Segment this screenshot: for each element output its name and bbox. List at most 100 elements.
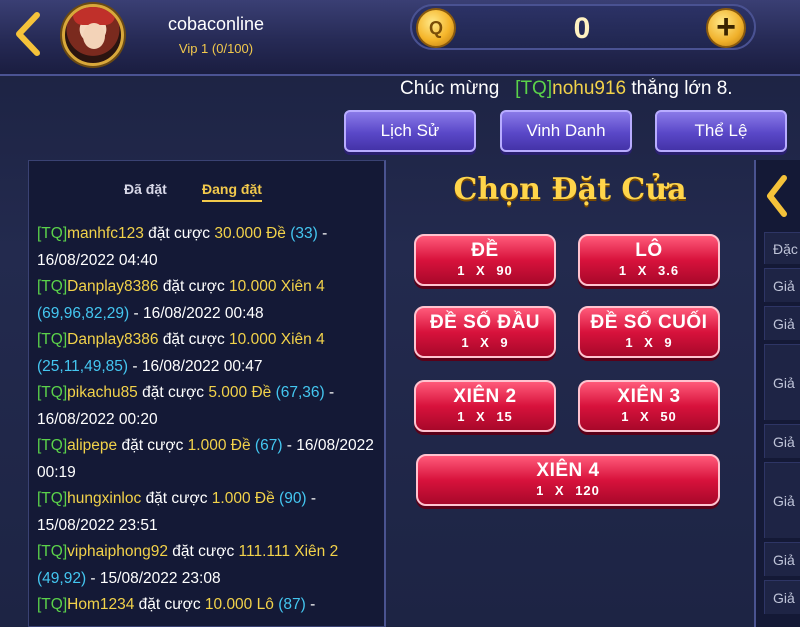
bet-tag: [TQ] <box>37 225 68 242</box>
honor-button[interactable]: Vinh Danh <box>500 110 632 152</box>
back-button[interactable] <box>8 8 48 60</box>
bet-history-panel: Đã đặt Đang đặt [TQ]manhfc123 đặt cược 3… <box>28 160 386 627</box>
bet-type: Đề <box>254 490 275 507</box>
winner-ticker: Chúc mừng [TQ]nohu916 thắng lớn 8. <box>400 78 800 104</box>
bet-list[interactable]: [TQ]manhfc123 đặt cược 30.000 Đề (33) - … <box>37 221 377 619</box>
bet-nums: (87) <box>278 596 306 613</box>
bet-tag: [TQ] <box>37 278 68 295</box>
bet-name: Hom1234 <box>67 596 135 613</box>
bet-option-de-so-cuoi[interactable]: ĐỀ SỐ CUỐI 1 X 9 <box>578 306 720 358</box>
ticker-tag: [TQ] <box>515 78 553 99</box>
bet-nums: (25,11,49,85) <box>37 357 129 375</box>
bet-tag: [TQ] <box>37 384 68 401</box>
rules-button[interactable]: Thể Lệ <box>655 110 787 152</box>
bet-amount: 30.000 <box>214 225 262 242</box>
bet-option-odds: 1 X 15 <box>457 409 513 424</box>
bet-sep: - <box>306 490 317 507</box>
bet-name: viphaiphong92 <box>67 543 168 560</box>
bet-tag: [TQ] <box>37 331 68 348</box>
bet-nums: (67,36) <box>275 384 325 401</box>
bet-entry: [TQ]viphaiphong92 đặt cược 111.111 Xiên … <box>37 539 377 592</box>
bet-type: Đề <box>251 384 272 401</box>
add-funds-button[interactable]: + <box>706 8 746 48</box>
bet-tag: [TQ] <box>37 437 68 454</box>
bet-amount: 1.000 <box>187 437 227 454</box>
bet-entry: [TQ]Danplay8386 đặt cược 10.000 Xiên 4 (… <box>37 327 377 380</box>
bet-type: Xiên 4 <box>280 331 325 348</box>
bet-type: Đề <box>266 225 286 242</box>
bet-option-de-so-dau[interactable]: ĐỀ SỐ ĐẦU 1 X 9 <box>414 306 556 358</box>
bet-name: hungxinloc <box>67 490 142 507</box>
bet-amount: 1.000 <box>211 490 251 507</box>
bet-time: 16/08/2022 04:40 <box>37 251 158 269</box>
bet-option-odds: 1 X 3.6 <box>618 263 680 278</box>
bet-name: Danplay8386 <box>67 278 159 295</box>
bet-tag: [TQ] <box>37 596 68 613</box>
bet-option-label: XIÊN 3 <box>617 386 681 407</box>
bet-option-label: XIÊN 4 <box>536 460 600 481</box>
result-row: Giả <box>764 344 800 420</box>
bet-action: đặt cược <box>148 225 211 242</box>
bet-option-xien-2[interactable]: XIÊN 2 1 X 15 <box>414 380 556 432</box>
bet-sep: - <box>317 225 328 242</box>
vip-level: Vip 1 (0/100) <box>178 41 254 56</box>
bet-sep: - <box>129 304 139 322</box>
bet-amount: 10.000 <box>229 331 277 348</box>
bet-option-label: LÔ <box>635 240 663 261</box>
bet-sep: - <box>282 437 292 454</box>
bet-option-xien-3[interactable]: XIÊN 3 1 X 50 <box>578 380 720 432</box>
chevron-left-icon <box>767 175 787 217</box>
bet-time: 15/08/2022 23:08 <box>99 569 221 587</box>
page-title: Chọn Đặt Cửa <box>453 172 687 207</box>
bet-nums: (69,96,82,29) <box>37 304 130 322</box>
history-button[interactable]: Lịch Sử <box>344 110 476 152</box>
ticker-prefix: Chúc mừng <box>400 78 500 99</box>
result-row: Giả <box>764 462 800 538</box>
bet-amount: 10.000 <box>204 596 253 613</box>
bet-option-de[interactable]: ĐỀ 1 X 90 <box>414 234 556 286</box>
avatar[interactable] <box>62 4 124 66</box>
bet-entry: [TQ]Danplay8386 đặt cược 10.000 Xiên 4 (… <box>37 274 377 327</box>
bet-option-lo[interactable]: LÔ 1 X 3.6 <box>578 234 720 286</box>
bet-amount: 5.000 <box>208 384 248 401</box>
bet-option-label: XIÊN 2 <box>453 386 517 407</box>
bet-action: đặt cược <box>145 490 208 507</box>
ticker-name: nohu916 <box>552 78 627 99</box>
bet-action: đặt cược <box>121 437 184 454</box>
bet-option-label: ĐỀ SỐ CUỐI <box>590 312 708 333</box>
tab-placed[interactable]: Đã đặt <box>124 181 167 197</box>
bet-time: 15/08/2022 23:51 <box>37 516 158 534</box>
bet-type: Đề <box>230 437 251 454</box>
bet-action: đặt cược <box>138 596 201 613</box>
results-prev-button[interactable] <box>764 174 790 223</box>
result-row: Giả <box>764 542 800 576</box>
bet-nums: (90) <box>279 490 307 507</box>
bet-name: pikachu85 <box>67 384 138 401</box>
bet-entry: [TQ]hungxinloc đặt cược 1.000 Đề (90) - … <box>37 486 377 539</box>
bet-action: đặt cược <box>162 331 225 348</box>
bet-type: Lô <box>256 596 274 613</box>
result-row: Giả <box>764 424 800 458</box>
bet-nums: (67) <box>254 437 283 454</box>
bet-option-xien-4[interactable]: XIÊN 4 1 X 120 <box>416 454 720 506</box>
balance-bar: Q 0 + <box>410 4 756 50</box>
bet-option-odds: 1 X 50 <box>621 409 677 424</box>
bet-name: manhfc123 <box>67 225 144 242</box>
results-panel: Đặc Giả Giả Giả Giả Giả Giả Giả <box>754 160 800 627</box>
result-row: Giả <box>764 268 800 302</box>
bet-option-odds: 1 X 9 <box>625 335 673 350</box>
username: cobaconline <box>167 14 265 34</box>
chevron-left-icon <box>16 12 40 56</box>
bet-action: đặt cược <box>162 278 225 295</box>
tab-placing[interactable]: Đang đặt <box>202 181 262 202</box>
bet-nums: (33) <box>290 225 318 242</box>
user-info: cobaconline Vip 1 (0/100) <box>126 10 306 60</box>
bet-amount: 10.000 <box>229 278 277 295</box>
bet-sep: - <box>305 596 316 613</box>
bet-action: đặt cược <box>172 543 235 560</box>
bet-time: 16/08/2022 00:48 <box>143 304 264 322</box>
bet-entry: [TQ]alipepe đặt cược 1.000 Đề (67) - 16/… <box>37 433 377 486</box>
bet-action: đặt cược <box>142 384 205 401</box>
bet-option-odds: 1 X 90 <box>457 263 513 278</box>
bet-type: Xiên 2 <box>294 543 339 560</box>
